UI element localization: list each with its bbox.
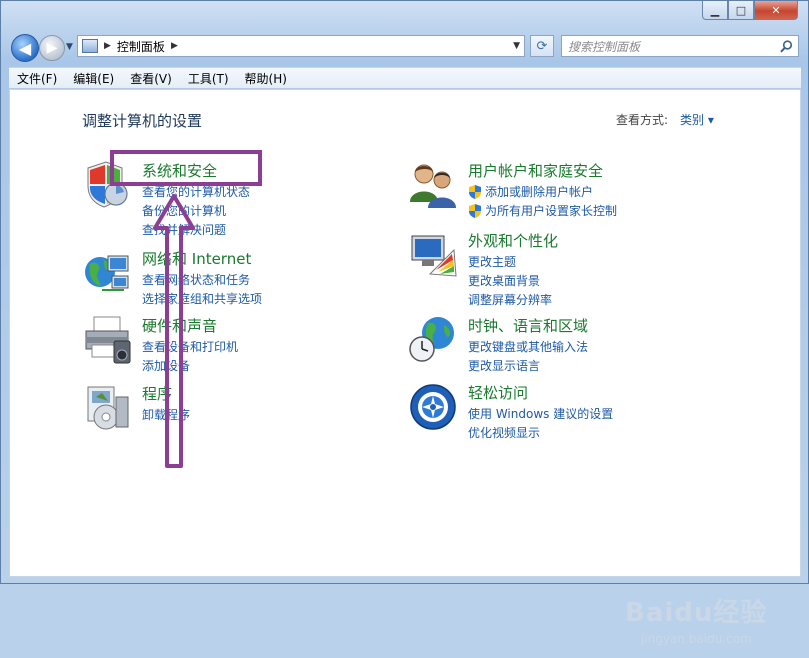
page-title: 调整计算机的设置: [82, 112, 203, 130]
refresh-button[interactable]: ⟳: [530, 35, 554, 57]
users-icon[interactable]: [408, 160, 458, 210]
view-by-label: 查看方式:: [616, 113, 669, 127]
network-globe-icon[interactable]: [82, 248, 132, 298]
category-title[interactable]: 用户帐户和家庭安全: [468, 160, 603, 181]
window-controls: ▁ □ ✕: [702, 1, 798, 20]
search-icon[interactable]: [778, 38, 794, 54]
forward-button[interactable]: ▶: [39, 35, 65, 61]
uac-shield-icon: [469, 184, 481, 199]
monitor-palette-icon[interactable]: [408, 230, 458, 280]
baidu-watermark: Baidu经验 jingyan.baidu.com: [625, 588, 775, 658]
control-panel-icon: [82, 39, 98, 53]
breadcrumb-chevron-icon[interactable]: ▶: [171, 41, 178, 51]
link-optimize-display[interactable]: 优化视频显示: [468, 424, 540, 441]
forward-arrow-icon: ▶: [46, 40, 58, 56]
address-bar[interactable]: ▶ 控制面板 ▶ ▼: [77, 35, 525, 57]
link-display-language[interactable]: 更改显示语言: [468, 357, 540, 374]
breadcrumb-control-panel[interactable]: 控制面板: [117, 38, 165, 55]
annotation-up-arrow-icon: [153, 194, 195, 468]
content-pane: 调整计算机的设置 查看方式: 类别 ▾ 系统和安全 查看您的计算机状态 备份您的…: [9, 89, 801, 646]
search-input[interactable]: 搜索控制面板: [568, 38, 778, 55]
recent-pages-dropdown[interactable]: ▼: [66, 42, 73, 52]
link-screen-resolution[interactable]: 调整屏幕分辨率: [468, 291, 552, 308]
menu-tools[interactable]: 工具(T): [180, 70, 237, 87]
link-change-background[interactable]: 更改桌面背景: [468, 272, 540, 289]
printer-icon[interactable]: [82, 315, 132, 365]
refresh-icon: ⟳: [536, 38, 548, 54]
watermark-url: jingyan.baidu.com: [641, 632, 752, 646]
annotation-highlight-box: [110, 150, 262, 186]
link-change-keyboard[interactable]: 更改键盘或其他输入法: [468, 338, 588, 355]
navigation-bar: ◀ ▶ ▼ ▶ 控制面板 ▶ ▼ ⟳ 搜索控制面板: [9, 31, 801, 63]
menu-file[interactable]: 文件(F): [9, 70, 65, 87]
menu-bar: 文件(F) 编辑(E) 查看(V) 工具(T) 帮助(H): [9, 67, 801, 89]
category-title[interactable]: 外观和个性化: [468, 230, 558, 251]
uac-shield-icon: [469, 203, 481, 218]
link-text[interactable]: 添加或删除用户帐户: [485, 183, 593, 200]
minimize-button[interactable]: ▁: [702, 1, 728, 20]
clock-globe-icon[interactable]: [408, 315, 458, 365]
category-title[interactable]: 轻松访问: [468, 382, 528, 403]
search-box[interactable]: 搜索控制面板: [561, 35, 799, 57]
link-add-remove-accounts[interactable]: 添加或删除用户帐户: [468, 183, 593, 200]
watermark-logo: Baidu经验: [625, 598, 768, 628]
breadcrumb-separator-icon[interactable]: ▶: [104, 41, 111, 51]
category-title[interactable]: 时钟、语言和区域: [468, 315, 588, 336]
close-button[interactable]: ✕: [754, 1, 798, 20]
back-button[interactable]: ◀: [11, 34, 39, 62]
back-arrow-icon: ◀: [18, 38, 32, 58]
menu-edit[interactable]: 编辑(E): [65, 70, 122, 87]
address-dropdown-icon[interactable]: ▼: [513, 41, 520, 51]
link-text[interactable]: 为所有用户设置家长控制: [485, 202, 617, 219]
menu-view[interactable]: 查看(V): [122, 70, 180, 87]
link-windows-recommended-settings[interactable]: 使用 Windows 建议的设置: [468, 405, 613, 422]
menu-help[interactable]: 帮助(H): [237, 70, 295, 87]
link-change-theme[interactable]: 更改主题: [468, 253, 516, 270]
view-by-dropdown[interactable]: 类别 ▾: [680, 111, 714, 128]
programs-icon[interactable]: [82, 383, 132, 433]
control-panel-window: ▁ □ ✕ ◀ ▶ ▼ ▶ 控制面板 ▶ ▼ ⟳ 搜索控制面板 文件(F) 编辑…: [0, 0, 809, 646]
link-parental-controls[interactable]: 为所有用户设置家长控制: [468, 202, 617, 219]
ease-of-access-icon[interactable]: [408, 382, 458, 432]
maximize-button[interactable]: □: [728, 1, 754, 20]
